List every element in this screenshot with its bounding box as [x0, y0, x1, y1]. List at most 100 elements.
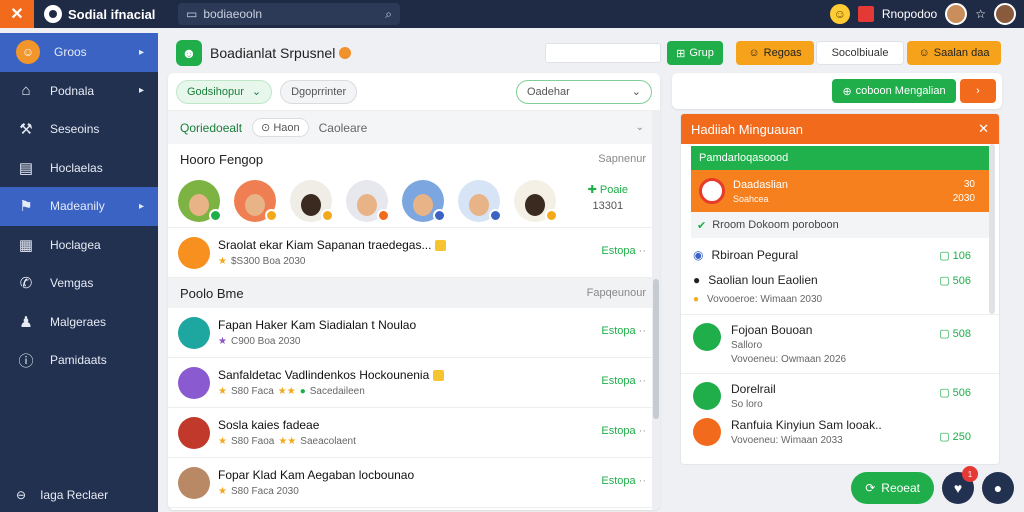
list-item[interactable]: Fojoan Bouoan Salloro Vovoeneu: Owmaan 2…	[681, 314, 999, 373]
refresh-icon: ⟳	[865, 481, 876, 495]
profile-button[interactable]: ●	[982, 472, 1014, 504]
header-input[interactable]	[545, 43, 661, 63]
item-icon	[178, 316, 210, 349]
avatar-stats: ✚ Poaie 13301	[587, 184, 628, 212]
list-item[interactable]: Sanfaldetac Vadlindenkos Hockounenia ★ S8…	[168, 358, 660, 408]
star-icon[interactable]: ☆	[975, 7, 986, 21]
sidebar-item-malgeraes[interactable]: ♟ Malgeraes	[0, 303, 158, 342]
list-item[interactable]: Fapan Haker Kam Siadialan t Noulao ★ C900…	[168, 308, 660, 358]
sidebar-item-label: Malgeraes	[50, 314, 107, 329]
chevron-right-icon: ▸	[138, 200, 144, 212]
sidebar-item-groos[interactable]: ☺ Groos ▸	[0, 33, 158, 72]
item-action[interactable]: Estopa	[601, 475, 646, 487]
list-item[interactable]: Ranfuia Kinyiun Sam looak.. Vovoeneu: Wi…	[681, 418, 999, 454]
avatar[interactable]	[234, 179, 278, 222]
emoji-icon	[433, 369, 445, 381]
close-icon[interactable]: ✕	[978, 121, 989, 137]
search-input[interactable]: ▭ bodiaeooln ⌕	[178, 3, 400, 25]
avatar[interactable]	[402, 179, 446, 222]
sidebar-item-podnala[interactable]: ⌂ Podnala ▸	[0, 72, 158, 111]
avatar[interactable]	[346, 179, 390, 222]
avatar[interactable]	[945, 3, 968, 25]
avatar-icon: ☺	[918, 47, 930, 59]
scrollbar[interactable]	[989, 144, 995, 314]
emoji-icon[interactable]: ☺	[829, 4, 850, 24]
user-name[interactable]: Rnopodoo	[882, 7, 937, 21]
profile-avatar[interactable]	[994, 3, 1016, 25]
favorites-button[interactable]: ♥ 1	[942, 466, 978, 504]
list-item[interactable]: Dorelrail So loro 506	[681, 373, 999, 418]
table-icon: ▦	[18, 236, 34, 254]
brand[interactable]: Sodial ifnacial	[44, 5, 164, 23]
saalan-button[interactable]: ☺ Saalan daa	[907, 41, 1001, 65]
item-action[interactable]: Estopa	[601, 425, 646, 437]
avatar[interactable]	[514, 179, 558, 222]
panel-title: Hadiiah Minguauan	[691, 121, 804, 137]
list-item[interactable]: Fopar Klad Kam Aegaban locbounao ★ S80 Fa…	[168, 458, 660, 508]
green-banner[interactable]: Pamdarloqasoood	[691, 146, 989, 170]
grid-icon: ▤	[18, 159, 34, 177]
list-item[interactable]: Sraolat ekar Kiam Sapanan traedegas... ★…	[168, 228, 660, 278]
sidebar-item-hoclagea[interactable]: ▦ Hoclagea	[0, 226, 158, 265]
list-item[interactable]: ◉ Rbiroan Pegural 106	[681, 242, 999, 268]
next-button[interactable]: ›	[960, 79, 996, 103]
gift-icon[interactable]	[857, 6, 874, 22]
top-bar: ✕ Sodial ifnacial ▭ bodiaeooln ⌕ ☺ Rnopo…	[0, 0, 1024, 28]
sidebar-item-seseoins[interactable]: ⚒ Seseoins	[0, 110, 158, 149]
repeat-button[interactable]: ⟳ Reoeat	[851, 472, 934, 504]
menu-icon: ▭	[186, 7, 198, 21]
sidebar-item-pamidaats[interactable]: ⓘ Pamidaats	[0, 341, 158, 380]
regoas-button[interactable]: ☺ Regoas	[736, 41, 814, 65]
chevron-down-icon: ⌄	[251, 86, 262, 98]
avatar-icon: ☺	[748, 47, 760, 59]
item-icon	[178, 366, 210, 399]
star-icon: ★	[218, 256, 227, 267]
filter-primary[interactable]: Godsihopur ⌄	[176, 79, 273, 104]
list-item[interactable]: Sosla kaies fadeae ★ S80 Faoa ★★ Saeacolaen…	[168, 408, 660, 458]
mengalian-button[interactable]: ⊕ coboon Mengalian	[832, 79, 956, 103]
tab-active[interactable]: Qoriedoealt	[180, 121, 242, 135]
sidebar-item-label: Hoclagea	[50, 237, 101, 252]
section-meta[interactable]: Sapnenur	[598, 153, 646, 165]
item-icon	[693, 323, 721, 351]
chevron-right-icon: ▸	[138, 85, 144, 97]
tab-other[interactable]: Caoleare	[319, 121, 368, 135]
section-header: Poolo Bme Fapqeunour	[168, 278, 660, 308]
item-action[interactable]: Estopa	[601, 325, 646, 337]
item-action[interactable]: Estopa	[601, 375, 646, 387]
filter-secondary[interactable]: Dgoprrinter	[280, 79, 358, 104]
item-action[interactable]: Estopa	[601, 245, 646, 257]
check-icon: ✔	[697, 219, 707, 232]
chevron-down-icon[interactable]: ⌄	[636, 122, 644, 133]
avatar[interactable]	[290, 179, 334, 222]
scrollbar[interactable]	[652, 111, 660, 510]
sidebar-footer-label: Iaga Reclaer	[40, 488, 109, 502]
sidebar-item-vemgas[interactable]: ✆ Vemgas	[0, 264, 158, 303]
grup-button[interactable]: ⊞ Grup	[667, 41, 723, 65]
sidebar-item-label: Madeanily	[50, 199, 105, 214]
avatar[interactable]	[178, 179, 222, 222]
group-icon: ⊞	[676, 47, 686, 60]
section-meta[interactable]: Fapqeunour	[587, 287, 646, 299]
highlight-card[interactable]: Daadaslian Soahcea 30 2030	[691, 170, 989, 212]
section-title: Poolo Bme	[180, 285, 244, 301]
filter-select[interactable]: Oadehar ⌄	[516, 79, 652, 104]
secondary-button[interactable]: Socolbiuale	[816, 41, 904, 65]
app-logo-icon[interactable]: ✕	[0, 0, 34, 28]
fire-icon	[339, 47, 352, 59]
filter-bar: Godsihopur ⌄ Dgoprrinter Oadehar ⌄	[168, 73, 660, 111]
sidebar-item-hoclaelas[interactable]: ▤ Hoclaelas	[0, 149, 158, 188]
sidebar-item-madeanily[interactable]: ⚑ Madeanily ▸	[0, 187, 158, 226]
info-line: ✔ Rroom Dokoom poroboon	[691, 212, 989, 238]
panel-header: Hadiiah Minguauan ✕	[681, 114, 999, 144]
brand-icon	[44, 5, 62, 23]
star-icon: ★	[218, 486, 227, 497]
avatar[interactable]	[458, 179, 502, 222]
star-icon: ★	[218, 386, 227, 397]
section-header: Hooro Fengop Sapnenur	[168, 144, 660, 174]
search-icon[interactable]: ⌕	[385, 7, 392, 22]
list-item[interactable]: ● Saolian loun Eaolien 506	[681, 268, 999, 292]
emoji-icon	[435, 239, 447, 251]
tab-pill[interactable]: ⊙ Haon	[252, 118, 309, 137]
sidebar-footer[interactable]: ⊖ Iaga Reclaer	[16, 488, 108, 502]
